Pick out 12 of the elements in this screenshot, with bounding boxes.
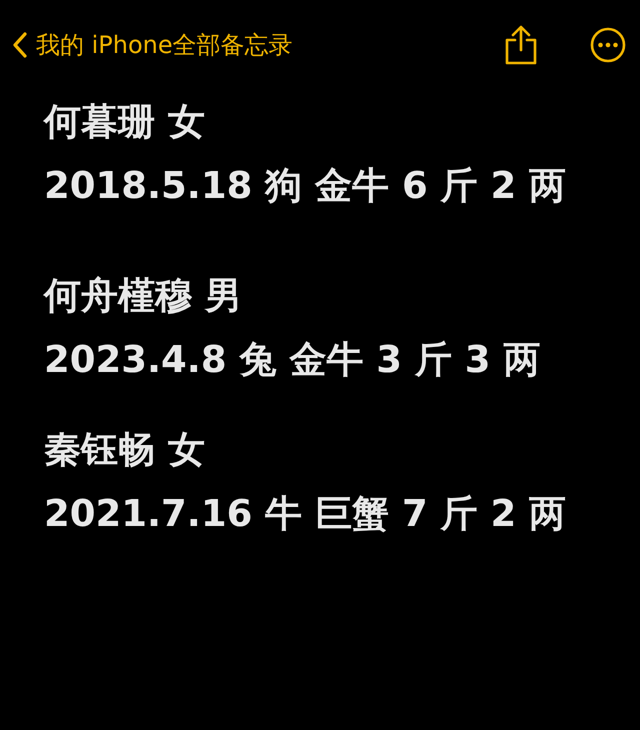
more-button[interactable] [590, 27, 626, 63]
share-button[interactable] [504, 25, 538, 65]
note-name-line: 秦钰畅 女 [44, 428, 206, 472]
chevron-left-icon [12, 31, 28, 59]
note-name-line: 何暮珊 女 [44, 100, 206, 144]
more-icon [590, 27, 626, 63]
back-link[interactable]: 我的 iPhone全部备忘录 [12, 29, 293, 61]
note-name-line: 何舟槿穆 男 [44, 274, 243, 318]
share-icon [504, 25, 538, 65]
note-detail-line: 2021.7.16 牛 巨蟹 7 斤 2 两 [44, 492, 568, 536]
note-detail-line: 2018.5.18 狗 金牛 6 斤 2 两 [44, 164, 568, 208]
note-detail-line: 2023.4.8 兔 金牛 3 斤 3 两 [44, 338, 542, 382]
